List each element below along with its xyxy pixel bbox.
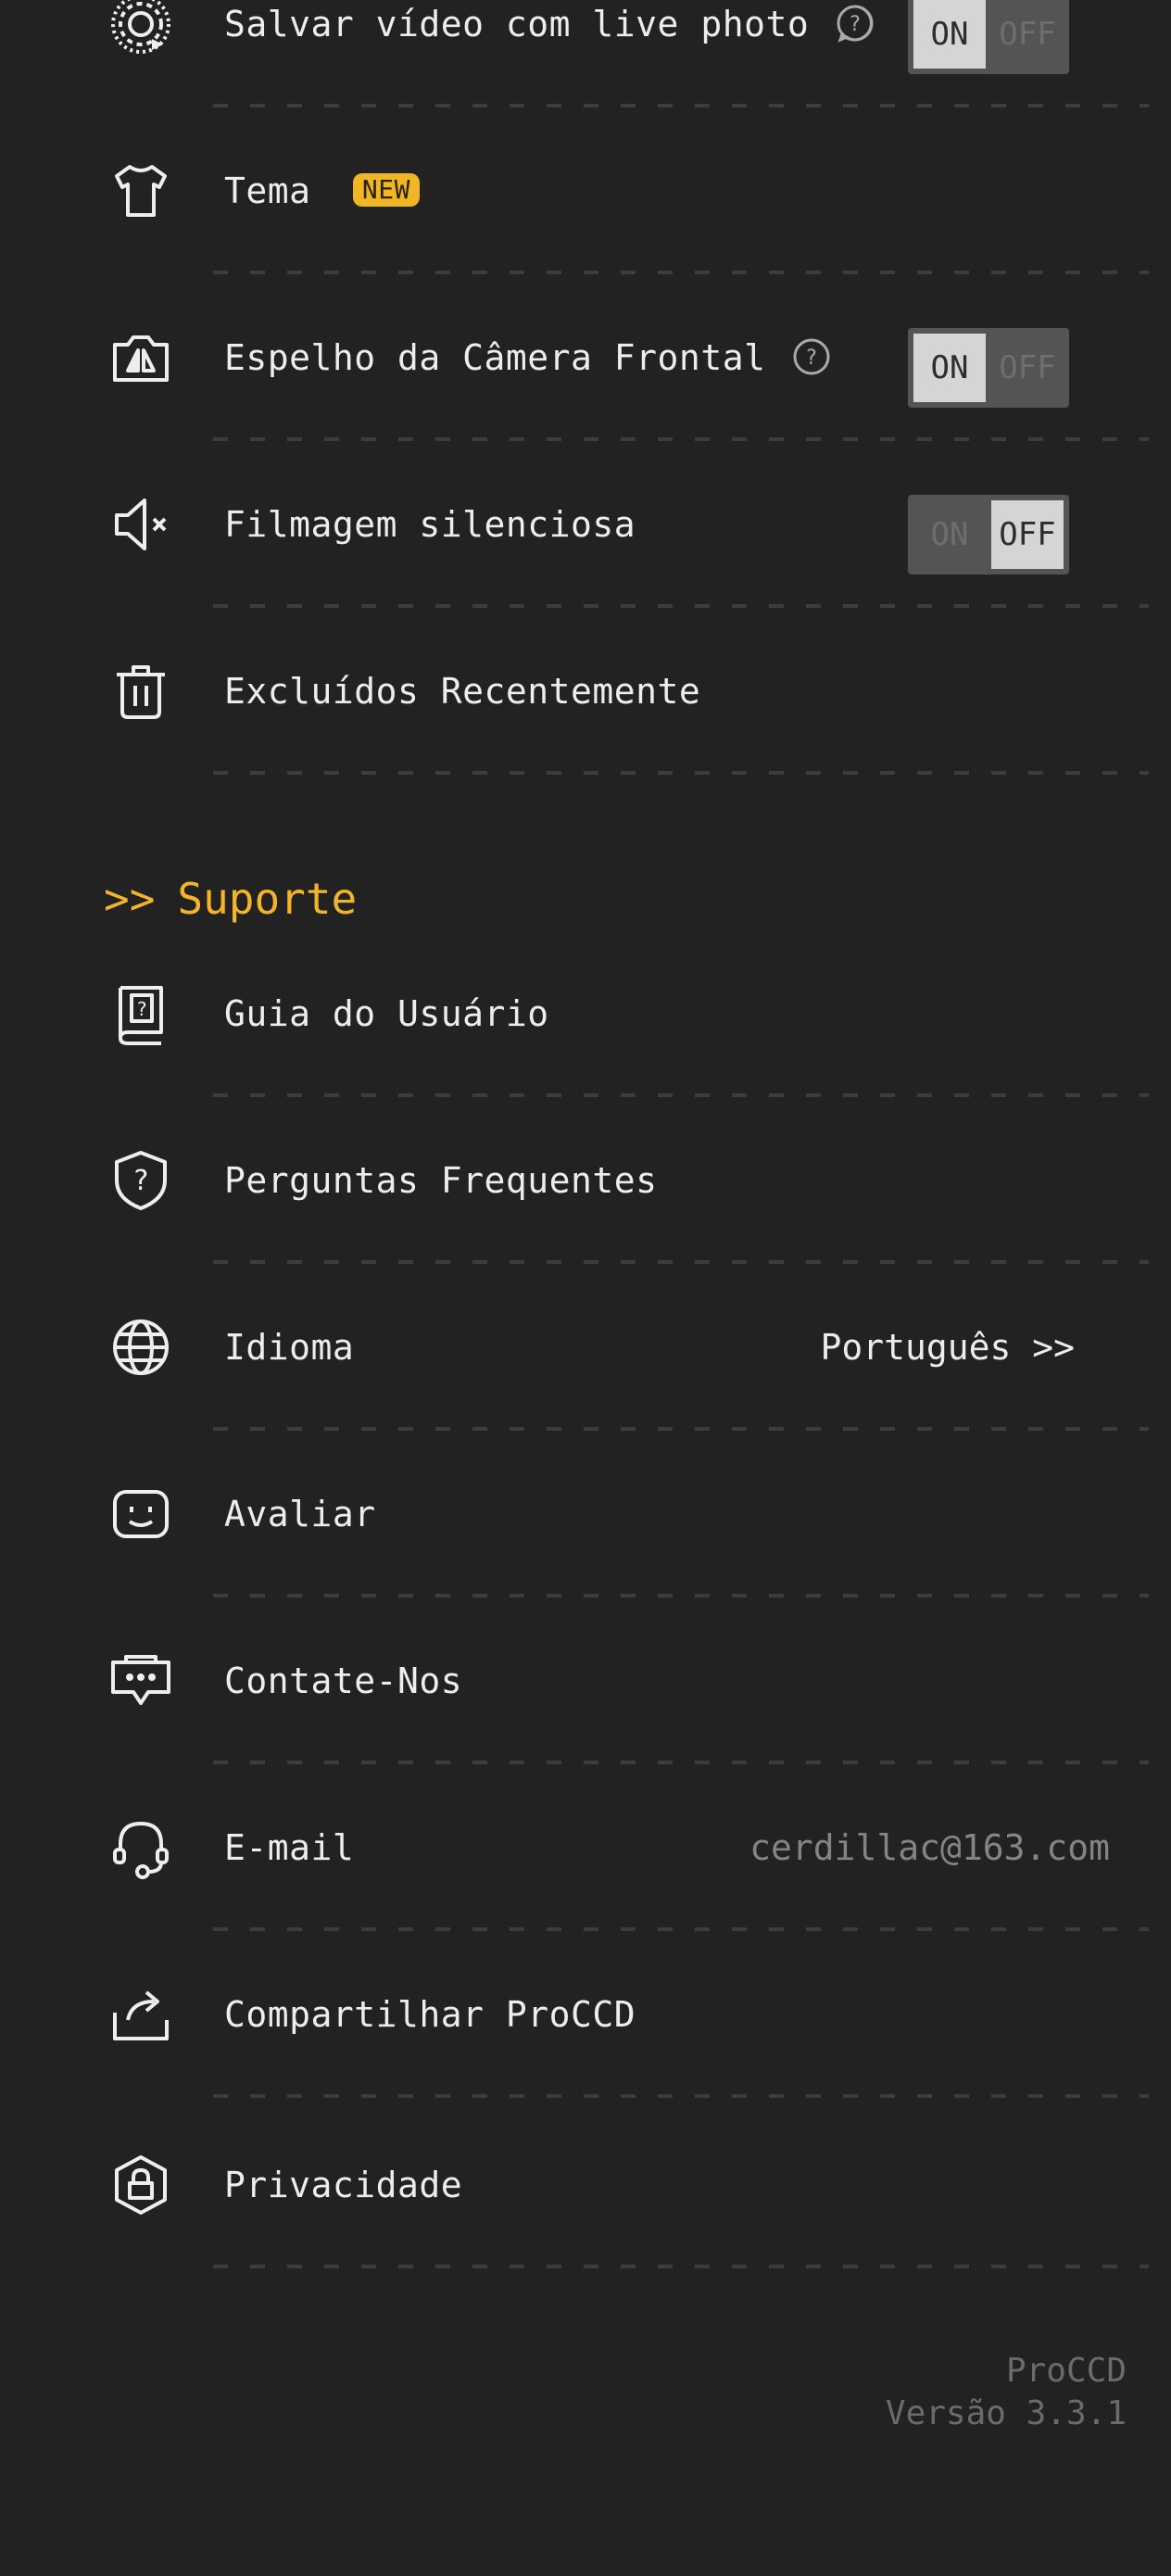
support-title: Suporte xyxy=(177,874,358,924)
row-label: Tema NEW xyxy=(224,170,420,211)
svg-text:?: ? xyxy=(136,998,147,1020)
front-mirror-toggle[interactable]: ON OFF xyxy=(908,328,1069,408)
language-value[interactable]: Português >> xyxy=(820,1327,1075,1368)
toggle-on[interactable]: ON xyxy=(913,500,986,569)
row-recently-deleted[interactable]: Excluídos Recentemente xyxy=(0,608,1171,775)
row-email[interactable]: E-mail cerdillac@163.com xyxy=(0,1764,1171,1931)
lock-hexagon-icon xyxy=(107,2152,174,2218)
share-icon xyxy=(107,1981,174,2048)
toggle-on[interactable]: ON xyxy=(913,334,986,402)
silent-filming-label: Filmagem silenciosa xyxy=(224,504,636,545)
row-theme[interactable]: Tema NEW xyxy=(0,107,1171,274)
front-mirror-label: Espelho da Câmera Frontal xyxy=(224,337,766,378)
settings-screen: Salvar vídeo com live photo ? ON OFF Tem… xyxy=(0,0,1171,2576)
trash-icon xyxy=(107,658,174,725)
row-privacy[interactable]: Privacidade xyxy=(0,2102,1171,2268)
divider xyxy=(213,2094,1149,2098)
shield-question-icon: ? xyxy=(107,1147,174,1214)
row-rate[interactable]: Avaliar xyxy=(0,1431,1171,1597)
row-contact[interactable]: Contate-Nos xyxy=(0,1597,1171,1764)
row-front-mirror[interactable]: Espelho da Câmera Frontal ? ON OFF xyxy=(0,274,1171,441)
rate-label: Avaliar xyxy=(224,1494,376,1534)
privacy-label: Privacidade xyxy=(224,2165,463,2205)
user-guide-label: Guia do Usuário xyxy=(224,993,549,1034)
row-label: Salvar vídeo com live photo ? xyxy=(224,4,875,47)
contact-label: Contate-Nos xyxy=(224,1661,463,1701)
row-live-photo[interactable]: Salvar vídeo com live photo ? ON OFF xyxy=(0,0,1171,107)
live-photo-label: Salvar vídeo com live photo xyxy=(224,4,810,44)
language-label: Idioma xyxy=(224,1327,355,1368)
support-section-header: >> Suporte xyxy=(104,871,357,927)
live-photo-icon xyxy=(107,0,174,57)
toggle-off[interactable]: OFF xyxy=(991,334,1064,402)
faq-label: Perguntas Frequentes xyxy=(224,1160,658,1201)
svg-text:?: ? xyxy=(132,1165,149,1197)
row-share[interactable]: Compartilhar ProCCD xyxy=(0,1931,1171,2098)
email-value[interactable]: cerdillac@163.com xyxy=(749,1827,1110,1868)
row-label: Espelho da Câmera Frontal ? xyxy=(224,337,832,381)
toggle-on[interactable]: ON xyxy=(913,0,986,69)
headset-icon xyxy=(107,1814,174,1881)
row-user-guide[interactable]: ? Guia do Usuário xyxy=(0,930,1171,1097)
toggle-off[interactable]: OFF xyxy=(991,0,1064,69)
app-version-footer: ProCCD Versão 3.3.1 xyxy=(886,2350,1127,2435)
silent-filming-toggle[interactable]: ON OFF xyxy=(908,495,1069,575)
divider xyxy=(213,2265,1149,2268)
chat-bubble-icon xyxy=(107,1648,174,1714)
divider xyxy=(213,771,1149,775)
app-version: Versão 3.3.1 xyxy=(885,2394,1127,2432)
svg-text:?: ? xyxy=(805,347,818,370)
double-chevron-icon: >> xyxy=(104,874,156,924)
globe-icon xyxy=(107,1314,174,1381)
help-icon[interactable]: ? xyxy=(791,336,832,377)
theme-label: Tema xyxy=(224,170,311,211)
email-label: E-mail xyxy=(224,1827,355,1868)
new-badge: NEW xyxy=(352,172,420,207)
smiley-icon xyxy=(107,1481,174,1547)
share-label: Compartilhar ProCCD xyxy=(224,1994,636,2035)
svg-text:?: ? xyxy=(849,13,862,36)
row-silent-filming[interactable]: Filmagem silenciosa ON OFF xyxy=(0,441,1171,608)
tshirt-icon xyxy=(107,158,174,224)
mirror-camera-icon xyxy=(107,324,174,391)
mute-speaker-icon xyxy=(107,491,174,558)
app-name: ProCCD xyxy=(1005,2352,1127,2390)
row-faq[interactable]: ? Perguntas Frequentes xyxy=(0,1097,1171,1264)
book-help-icon: ? xyxy=(107,980,174,1047)
row-language[interactable]: Idioma Português >> xyxy=(0,1264,1171,1431)
help-icon[interactable]: ? xyxy=(835,3,875,44)
toggle-off[interactable]: OFF xyxy=(991,500,1064,569)
live-photo-toggle[interactable]: ON OFF xyxy=(908,0,1069,74)
recently-deleted-label: Excluídos Recentemente xyxy=(224,671,701,712)
